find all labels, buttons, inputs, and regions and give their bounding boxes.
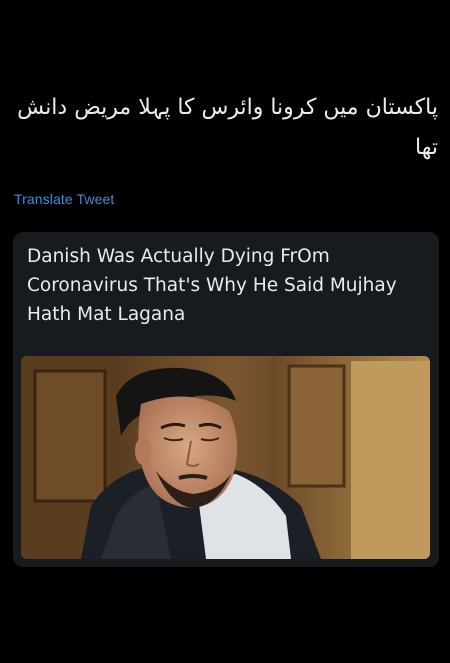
card-headline: Danish Was Actually Dying FrOm Coronavir… [27,246,397,325]
tweet-text: پاکستان میں کرونا وائرس کا پہلا مریض دان… [17,95,438,160]
card-photo[interactable] [21,356,430,559]
photo-illustration [21,356,430,559]
media-card[interactable]: Danish Was Actually Dying FrOm Coronavir… [13,232,439,567]
translate-tweet-link[interactable]: Translate Tweet [14,191,114,207]
